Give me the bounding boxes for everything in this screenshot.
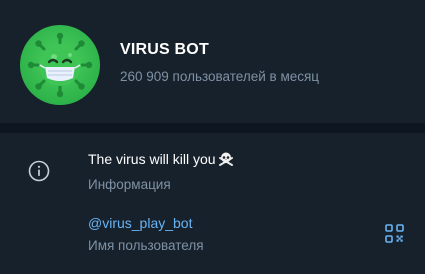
qr-code-icon[interactable] — [385, 224, 404, 243]
bio-label: Информация — [88, 177, 171, 192]
info-icon — [28, 160, 50, 182]
username-link[interactable]: @virus_play_bot — [88, 215, 193, 231]
username-label: Имя пользователя — [88, 238, 204, 253]
skull-crossbones-icon — [218, 152, 233, 166]
section-divider — [0, 123, 425, 133]
bot-avatar[interactable] — [20, 25, 100, 105]
bio-text: The virus will kill you — [88, 151, 216, 167]
bio-row[interactable]: The virus will kill you — [88, 151, 234, 167]
profile-header: VIRUS BOT 260 909 пользователей в месяц — [0, 0, 425, 123]
bot-name: VIRUS BOT — [120, 41, 209, 58]
monthly-users-count: 260 909 пользователей в месяц — [120, 69, 320, 84]
virus-mascot-icon — [27, 32, 93, 98]
info-section: The virus will kill you Информация @viru… — [0, 133, 425, 274]
